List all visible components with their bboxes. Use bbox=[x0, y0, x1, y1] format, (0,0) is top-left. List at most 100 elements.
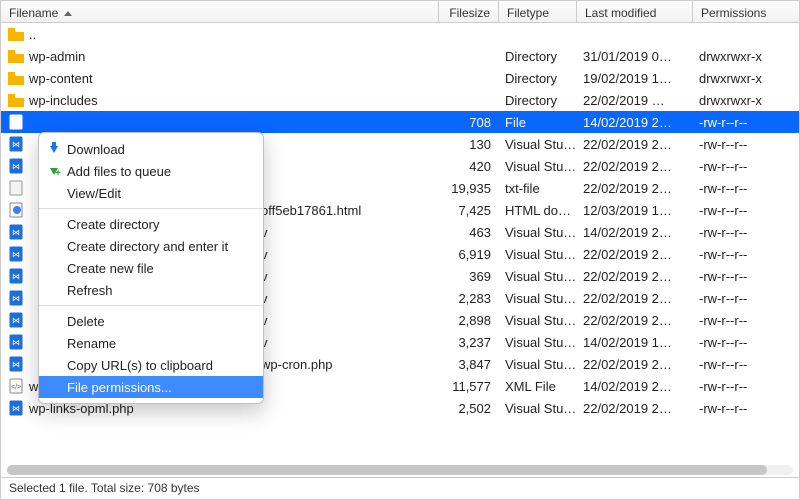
cell-size: 2,283 bbox=[439, 291, 499, 306]
cell-mod: 14/02/2019 2… bbox=[577, 379, 693, 394]
cell-perm: -rw-r--r-- bbox=[693, 225, 789, 240]
cell-value: 19/02/2019 1… bbox=[583, 71, 672, 86]
table-row[interactable]: 708File14/02/2019 2…-rw-r--r-- bbox=[1, 111, 799, 133]
menu-item-copy-url-s-to-clipboard[interactable]: Copy URL(s) to clipboard bbox=[39, 354, 263, 376]
file-icon: ⋈ bbox=[7, 268, 25, 284]
cell-mod: 22/02/2019 2… bbox=[577, 401, 693, 416]
column-header-permissions[interactable]: Permissions bbox=[693, 1, 789, 22]
cell-value: 11,577 bbox=[452, 379, 491, 394]
cell-perm: drwxrwxr-x bbox=[693, 49, 789, 64]
cell-value: Visual Stu… bbox=[505, 269, 576, 284]
column-header-filetype[interactable]: Filetype bbox=[499, 1, 577, 22]
column-header-label: Last modified bbox=[585, 6, 656, 20]
status-bar: Selected 1 file. Total size: 708 bytes bbox=[1, 477, 799, 499]
horizontal-scrollbar[interactable] bbox=[7, 465, 793, 475]
cell-value: Visual Stu… bbox=[505, 137, 576, 152]
cell-value: -rw-r--r-- bbox=[699, 357, 747, 372]
table-row[interactable]: wp-adminDirectory31/01/2019 0…drwxrwxr-x bbox=[1, 45, 799, 67]
cell-size: 6,919 bbox=[439, 247, 499, 262]
cell-size: 2,502 bbox=[439, 401, 499, 416]
cell-value: 6,919 bbox=[458, 247, 491, 262]
folder-icon bbox=[7, 26, 25, 42]
cell-type: Visual Stu… bbox=[499, 269, 577, 284]
cell-size: 3,237 bbox=[439, 335, 499, 350]
cell-type: Visual Stu… bbox=[499, 401, 577, 416]
cell-value: 19,935 bbox=[451, 181, 491, 196]
cell-value: 369 bbox=[469, 269, 491, 284]
column-header-lastmodified[interactable]: Last modified bbox=[577, 1, 693, 22]
svg-text:⋈: ⋈ bbox=[12, 338, 20, 347]
menu-item-download[interactable]: Download bbox=[39, 138, 263, 160]
cell-filename: wp-includes bbox=[1, 92, 439, 108]
cell-type: txt-file bbox=[499, 181, 577, 196]
svg-text:⋈: ⋈ bbox=[12, 272, 20, 281]
menu-item-create-directory-and-enter-it[interactable]: Create directory and enter it bbox=[39, 235, 263, 257]
menu-item-delete[interactable]: Delete bbox=[39, 310, 263, 332]
file-icon bbox=[7, 202, 25, 218]
cell-type: File bbox=[499, 115, 577, 130]
cell-value: drwxrwxr-x bbox=[699, 93, 762, 108]
file-icon: ⋈ bbox=[7, 312, 25, 328]
menu-separator bbox=[39, 305, 263, 306]
menu-item-label: Delete bbox=[67, 314, 105, 329]
cell-perm: -rw-r--r-- bbox=[693, 247, 789, 262]
menu-item-label: Copy URL(s) to clipboard bbox=[67, 358, 213, 373]
cell-type: Visual Stu… bbox=[499, 247, 577, 262]
cell-value: Visual Stu… bbox=[505, 335, 576, 350]
cell-value: 22/02/2019 2… bbox=[583, 159, 672, 174]
cell-value: 463 bbox=[469, 225, 491, 240]
menu-item-refresh[interactable]: Refresh bbox=[39, 279, 263, 301]
cell-value: Visual Stu… bbox=[505, 247, 576, 262]
cell-value: 22/02/2019 2… bbox=[583, 291, 672, 306]
file-icon: ⋈ bbox=[7, 290, 25, 306]
menu-item-label: Download bbox=[67, 142, 125, 157]
cell-mod: 22/02/2019 2… bbox=[577, 247, 693, 262]
cell-value: 31/01/2019 0… bbox=[583, 49, 672, 64]
cell-value: -rw-r--r-- bbox=[699, 379, 747, 394]
cell-perm: -rw-r--r-- bbox=[693, 159, 789, 174]
cell-type: Visual Stu… bbox=[499, 291, 577, 306]
cell-value: Visual Stu… bbox=[505, 225, 576, 240]
cell-perm: -rw-r--r-- bbox=[693, 181, 789, 196]
download-icon bbox=[46, 141, 62, 157]
menu-item-rename[interactable]: Rename bbox=[39, 332, 263, 354]
cell-value: Directory bbox=[505, 71, 557, 86]
menu-item-label: Create directory and enter it bbox=[67, 239, 228, 254]
table-row[interactable]: .. bbox=[1, 23, 799, 45]
cell-value: 14/02/2019 1… bbox=[583, 335, 672, 350]
cell-value: 12/03/2019 1… bbox=[583, 203, 672, 218]
table-row[interactable]: wp-contentDirectory19/02/2019 1…drwxrwxr… bbox=[1, 67, 799, 89]
cell-value: 2,898 bbox=[458, 313, 491, 328]
cell-mod: 22/02/2019 2… bbox=[577, 357, 693, 372]
cell-value: XML File bbox=[505, 379, 556, 394]
cell-value: 22/02/2019 2… bbox=[583, 181, 672, 196]
cell-value: 22/02/2019 … bbox=[583, 93, 665, 108]
column-header-filename[interactable]: Filename bbox=[1, 1, 439, 22]
cell-value: -rw-r--r-- bbox=[699, 159, 747, 174]
sort-ascending-icon bbox=[64, 11, 72, 16]
column-header-filesize[interactable]: Filesize bbox=[439, 1, 499, 22]
cell-size: 3,847 bbox=[439, 357, 499, 372]
menu-item-file-permissions[interactable]: File permissions... bbox=[39, 376, 263, 398]
cell-perm: -rw-r--r-- bbox=[693, 137, 789, 152]
menu-item-view-edit[interactable]: View/Edit bbox=[39, 182, 263, 204]
scrollbar-thumb[interactable] bbox=[7, 465, 767, 475]
cell-mod: 14/02/2019 2… bbox=[577, 225, 693, 240]
cell-value: Visual Stu… bbox=[505, 313, 576, 328]
menu-item-add-files-to-queue[interactable]: Add files to queue bbox=[39, 160, 263, 182]
menu-item-create-new-file[interactable]: Create new file bbox=[39, 257, 263, 279]
file-icon bbox=[7, 114, 25, 130]
cell-value: File bbox=[505, 115, 526, 130]
cell-value: -rw-r--r-- bbox=[699, 203, 747, 218]
filename-text: wp-includes bbox=[29, 93, 98, 108]
cell-type: Visual Stu… bbox=[499, 313, 577, 328]
cell-perm: -rw-r--r-- bbox=[693, 357, 789, 372]
menu-item-create-directory[interactable]: Create directory bbox=[39, 213, 263, 235]
cell-mod: 22/02/2019 2… bbox=[577, 159, 693, 174]
cell-size: 420 bbox=[439, 159, 499, 174]
cell-value: -rw-r--r-- bbox=[699, 335, 747, 350]
svg-text:⋈: ⋈ bbox=[12, 162, 20, 171]
table-row[interactable]: wp-includesDirectory22/02/2019 …drwxrwxr… bbox=[1, 89, 799, 111]
svg-text:⋈: ⋈ bbox=[12, 294, 20, 303]
folder-icon bbox=[7, 92, 25, 108]
